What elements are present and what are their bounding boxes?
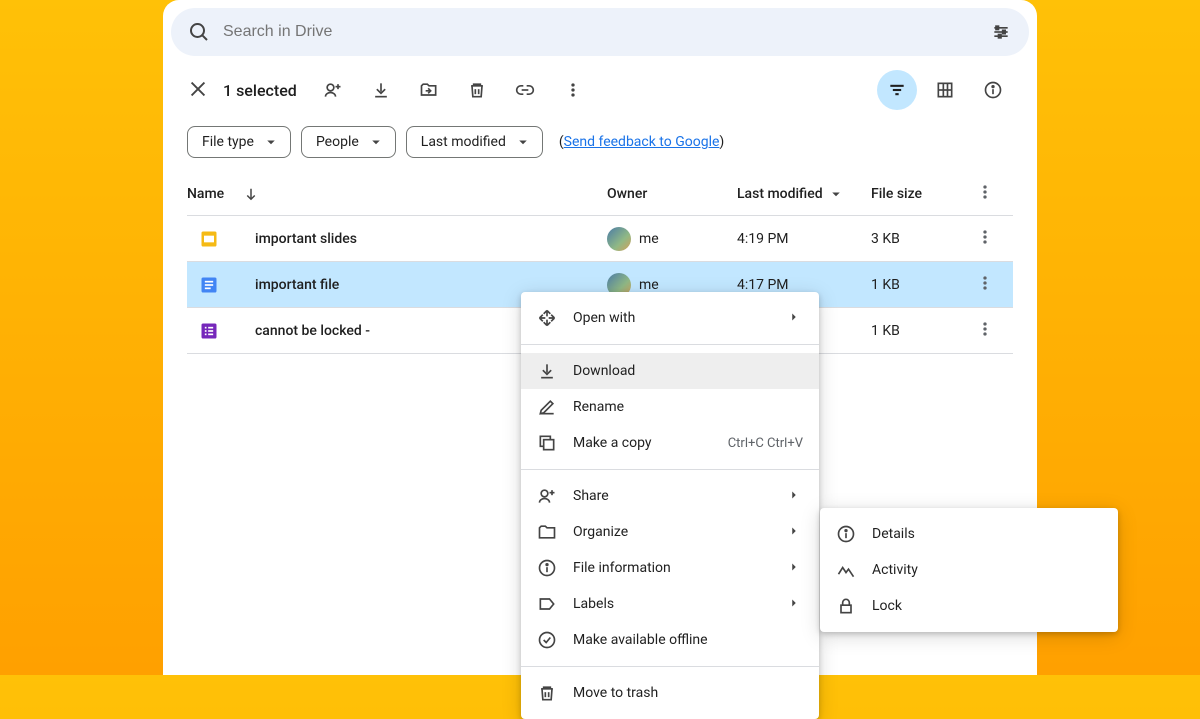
grid-view-button[interactable] [925, 70, 965, 110]
activity-icon [836, 560, 856, 580]
get-link-button[interactable] [505, 70, 545, 110]
filter-row: File type People Last modified (Send fee… [163, 118, 1037, 172]
menu-make-copy[interactable]: Make a copy Ctrl+C Ctrl+V [521, 425, 819, 461]
menu-divider [521, 344, 819, 345]
row-more-icon[interactable] [975, 273, 999, 297]
chip-label: People [316, 134, 359, 150]
close-selection-icon[interactable] [187, 78, 211, 102]
context-menu: Open with Download Rename Make a copy Ct… [521, 292, 819, 719]
filter-last-modified[interactable]: Last modified [406, 126, 543, 158]
drive-app: 1 selected File type [163, 0, 1037, 675]
delete-button[interactable] [457, 70, 497, 110]
sort-arrow-icon [242, 185, 260, 203]
shortcut-text: Ctrl+C Ctrl+V [728, 436, 803, 451]
submenu-arrow-icon [787, 310, 803, 326]
search-options-icon[interactable] [981, 12, 1021, 52]
table-row[interactable]: important slides me 4:19 PM 3 KB [187, 216, 1013, 262]
submenu-arrow-icon [787, 488, 803, 504]
submenu-activity[interactable]: Activity [820, 552, 1118, 588]
file-info-submenu: Details Activity Lock [820, 508, 1118, 632]
menu-labels[interactable]: Labels [521, 586, 819, 622]
download-button[interactable] [361, 70, 401, 110]
copy-icon [537, 433, 557, 453]
menu-divider [521, 666, 819, 667]
avatar [607, 227, 631, 251]
rename-icon [537, 397, 557, 417]
search-icon [187, 20, 211, 44]
owner-name: me [639, 277, 659, 293]
file-size: 1 KB [871, 323, 900, 339]
lock-icon [836, 596, 856, 616]
modified-time: 4:17 PM [737, 277, 789, 293]
more-actions-button[interactable] [553, 70, 593, 110]
row-more-icon[interactable] [975, 227, 999, 251]
file-name: important slides [255, 231, 357, 247]
docs-icon [199, 275, 219, 295]
table-header: Name Owner Last modified File size [187, 172, 1013, 216]
folder-icon [537, 522, 557, 542]
file-name: important file [255, 277, 339, 293]
menu-download[interactable]: Download [521, 353, 819, 389]
submenu-arrow-icon [787, 560, 803, 576]
column-name[interactable]: Name [187, 185, 607, 203]
info-icon [537, 558, 557, 578]
column-file-size[interactable]: File size [871, 186, 971, 202]
search-input[interactable] [211, 23, 981, 41]
filter-people[interactable]: People [301, 126, 396, 158]
label-icon [537, 594, 557, 614]
chevron-down-icon [262, 133, 280, 151]
file-size: 1 KB [871, 277, 900, 293]
info-icon [836, 524, 856, 544]
feedback-anchor[interactable]: Send feedback to Google [564, 134, 720, 150]
selection-toolbar: 1 selected [163, 56, 1037, 118]
chip-label: File type [202, 134, 254, 150]
filter-view-button[interactable] [877, 70, 917, 110]
file-name: cannot be locked - [255, 323, 370, 339]
filter-file-type[interactable]: File type [187, 126, 291, 158]
menu-trash[interactable]: Move to trash [521, 675, 819, 711]
column-last-modified[interactable]: Last modified [737, 185, 871, 203]
menu-open-with[interactable]: Open with [521, 300, 819, 336]
row-more-icon[interactable] [975, 319, 999, 343]
submenu-lock[interactable]: Lock [820, 588, 1118, 624]
slides-icon [199, 229, 219, 249]
menu-divider [521, 469, 819, 470]
chevron-down-icon [367, 133, 385, 151]
column-owner[interactable]: Owner [607, 186, 737, 202]
column-options-icon[interactable] [975, 182, 999, 206]
share-icon [537, 486, 557, 506]
move-button[interactable] [409, 70, 449, 110]
chevron-down-icon [514, 133, 532, 151]
chevron-down-icon [827, 185, 845, 203]
share-button[interactable] [313, 70, 353, 110]
submenu-arrow-icon [787, 596, 803, 612]
search-bar [171, 8, 1029, 56]
modified-time: 4:19 PM [737, 231, 789, 247]
trash-icon [537, 683, 557, 703]
menu-share[interactable]: Share [521, 478, 819, 514]
menu-offline[interactable]: Make available offline [521, 622, 819, 658]
menu-file-info[interactable]: File information [521, 550, 819, 586]
open-with-icon [537, 308, 557, 328]
submenu-arrow-icon [787, 524, 803, 540]
download-icon [537, 361, 557, 381]
info-button[interactable] [973, 70, 1013, 110]
file-size: 3 KB [871, 231, 900, 247]
feedback-link: (Send feedback to Google) [559, 134, 724, 150]
chip-label: Last modified [421, 134, 506, 150]
menu-rename[interactable]: Rename [521, 389, 819, 425]
offline-icon [537, 630, 557, 650]
forms-icon [199, 321, 219, 341]
submenu-details[interactable]: Details [820, 516, 1118, 552]
selected-count: 1 selected [223, 81, 297, 100]
menu-organize[interactable]: Organize [521, 514, 819, 550]
owner-name: me [639, 231, 659, 247]
